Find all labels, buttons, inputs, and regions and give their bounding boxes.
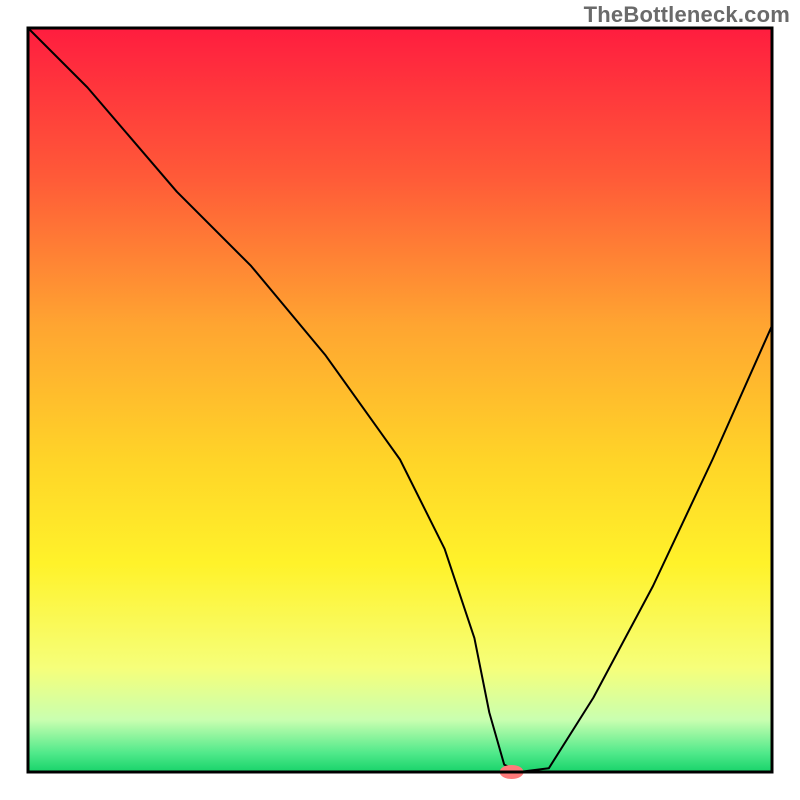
chart-stage: TheBottleneck.com (0, 0, 800, 800)
watermark-text: TheBottleneck.com (584, 2, 790, 28)
plot-background (28, 28, 772, 772)
bottleneck-chart (0, 0, 800, 800)
